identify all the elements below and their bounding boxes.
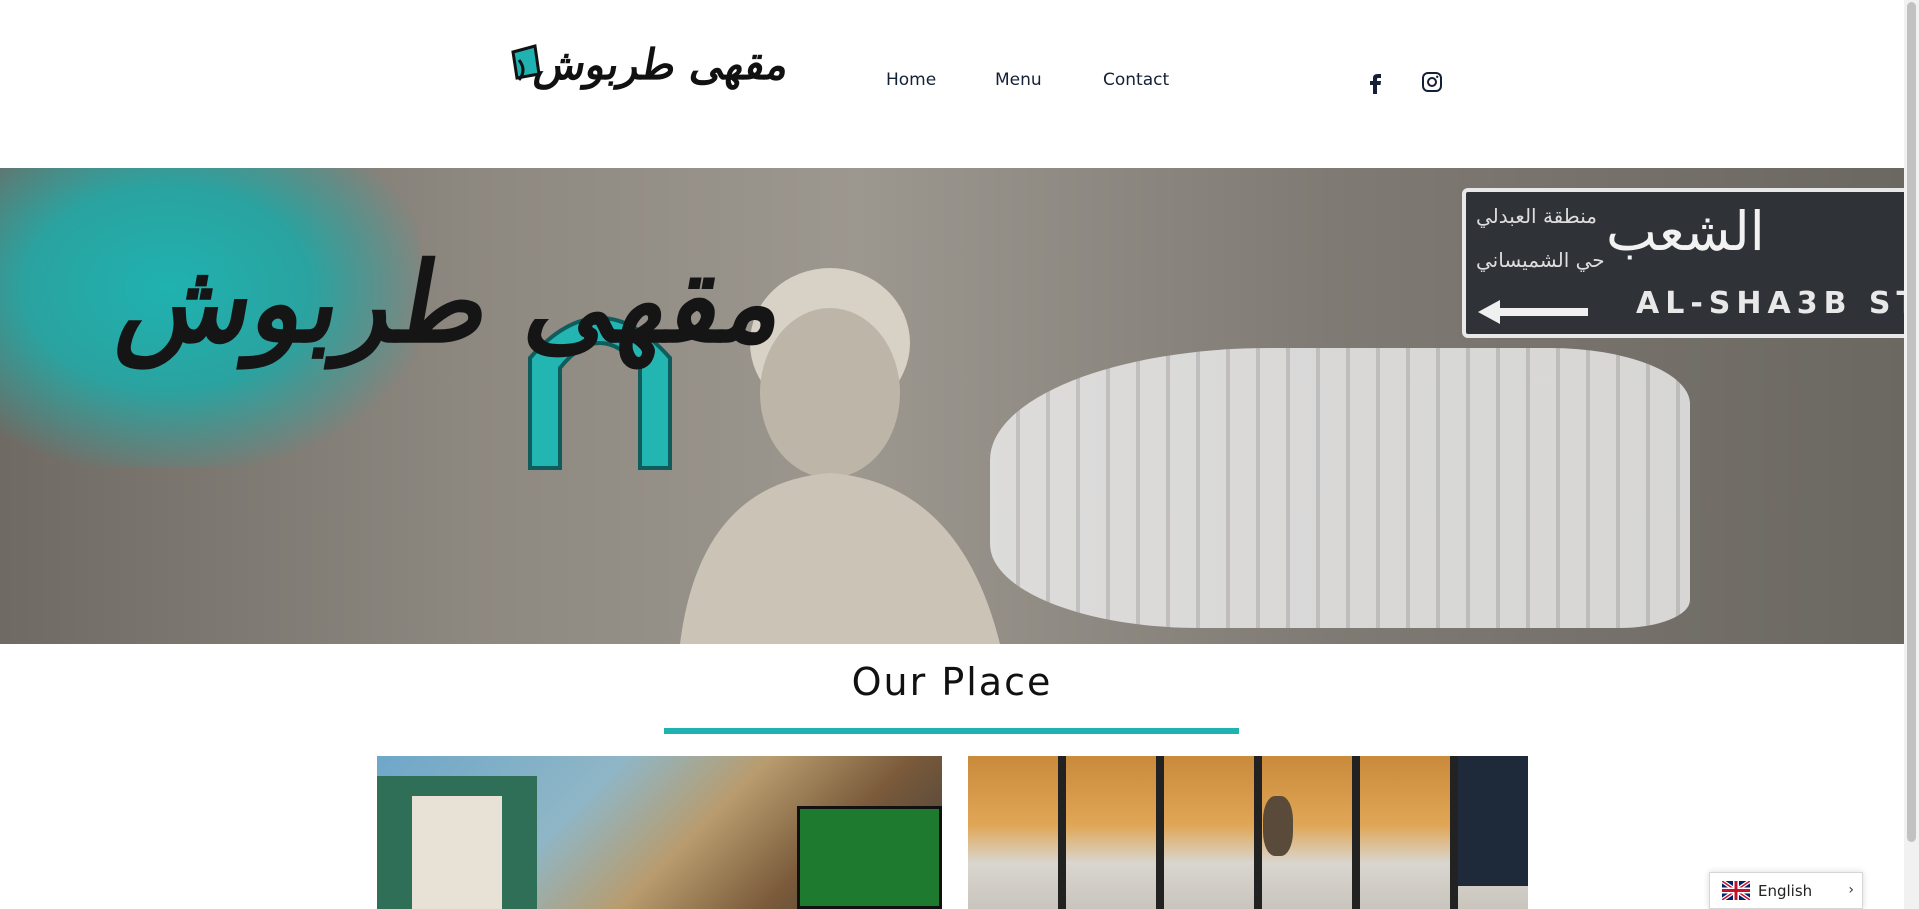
uk-flag-icon [1722, 881, 1750, 900]
nav-contact[interactable]: Contact [1103, 70, 1169, 90]
tv-screen [797, 806, 942, 909]
language-label: English [1758, 882, 1813, 900]
chevron-right-icon: › [1848, 882, 1854, 898]
sketched-buildings [990, 348, 1690, 628]
scrollbar-thumb[interactable] [1907, 2, 1916, 842]
sign-small-text-1: منطقة العبدلي [1476, 204, 1597, 228]
window-frames [968, 756, 1528, 909]
instagram-icon[interactable] [1420, 70, 1444, 94]
place-photo-2 [968, 756, 1528, 909]
sign-small-text-2: حي الشميساني [1476, 248, 1605, 272]
hanging-lantern [1263, 796, 1293, 856]
place-photo-1 [377, 756, 942, 909]
wall-screen [1458, 756, 1528, 886]
page-scrollbar[interactable] [1904, 0, 1919, 909]
title-underline [664, 728, 1239, 734]
window-curtain [412, 796, 502, 909]
logo-text: مقهى طربوش [530, 40, 794, 89]
section-title: Our Place [851, 660, 1053, 704]
nav-home[interactable]: Home [886, 70, 936, 90]
hero-logo-text: مقهى طربوش [108, 238, 797, 367]
sign-latin-text: AL-SHA3B ST [1636, 286, 1904, 321]
site-logo[interactable]: مقهى طربوش [505, 30, 793, 115]
nav-menu[interactable]: Menu [995, 70, 1042, 90]
hero-banner: مقهى طربوش الشعب AL-SHA3B ST منطقة العبد… [0, 168, 1904, 644]
facebook-icon[interactable] [1364, 70, 1388, 94]
street-sign: الشعب AL-SHA3B ST منطقة العبدلي حي الشمي… [1462, 188, 1904, 338]
site-header: مقهى طربوش Home Menu Contact [0, 0, 1904, 168]
language-switcher[interactable]: English › [1709, 872, 1863, 909]
arrow-left-icon [1478, 300, 1588, 324]
sign-arabic-text: الشعب [1606, 200, 1765, 263]
